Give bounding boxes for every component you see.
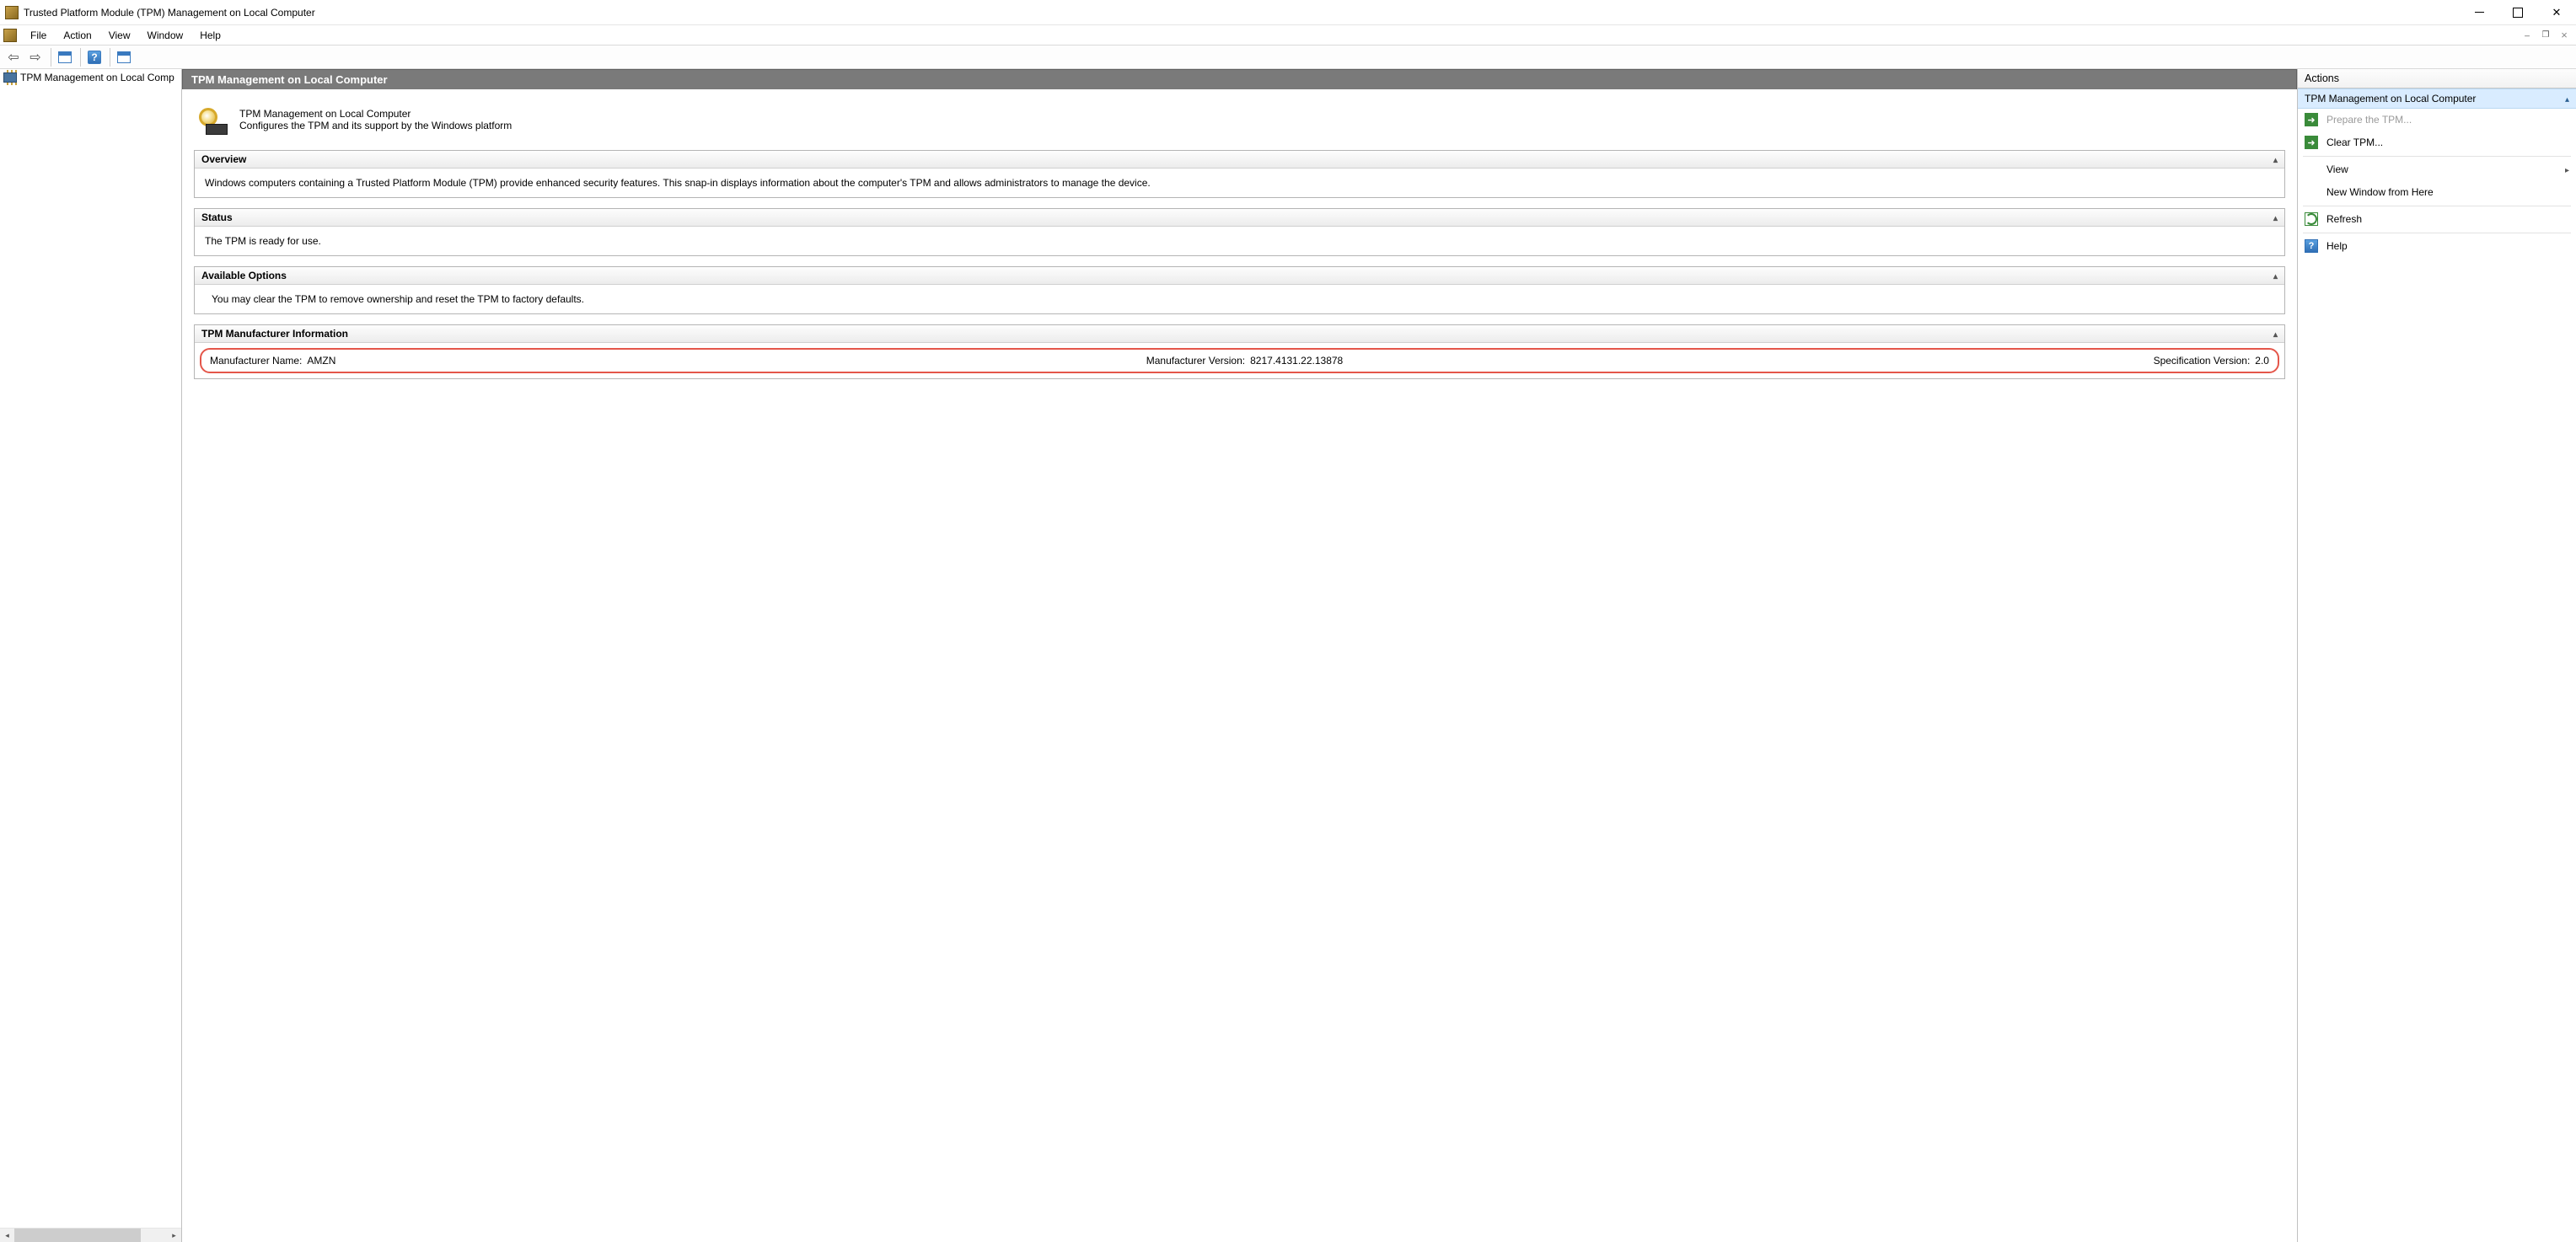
specification-version: Specification Version: 2.0	[2154, 355, 2269, 367]
action-refresh[interactable]: Refresh	[2298, 208, 2576, 231]
nav-back-button[interactable]	[3, 47, 24, 67]
window-title: Trusted Platform Module (TPM) Management…	[24, 7, 315, 19]
blank-icon	[2305, 185, 2318, 199]
arrow-right-icon	[2305, 136, 2318, 149]
label: Specification Version:	[2154, 355, 2251, 367]
panel-title: Overview	[201, 153, 246, 165]
titlebar: Trusted Platform Module (TPM) Management…	[0, 0, 2576, 25]
options-panel-body: You may clear the TPM to remove ownershi…	[195, 285, 2284, 313]
menu-view[interactable]: View	[100, 27, 139, 44]
menu-window[interactable]: Window	[139, 27, 192, 44]
action-label: Help	[2326, 240, 2348, 252]
show-hide-action-pane-button[interactable]	[114, 47, 134, 67]
actions-title: Actions	[2298, 69, 2576, 88]
toolbar-separator	[80, 48, 81, 67]
menu-help[interactable]: Help	[191, 27, 229, 44]
action-clear-tpm[interactable]: Clear TPM...	[2298, 131, 2576, 154]
intro-description: Configures the TPM and its support by th…	[239, 120, 512, 131]
actions-subhead-label: TPM Management on Local Computer	[2305, 93, 2476, 104]
action-prepare-tpm[interactable]: Prepare the TPM...	[2298, 109, 2576, 131]
tpm-key-chip-icon	[197, 108, 228, 135]
actions-pane: Actions TPM Management on Local Computer…	[2298, 69, 2576, 1242]
arrow-right-icon	[2305, 113, 2318, 126]
action-help[interactable]: Help	[2298, 235, 2576, 258]
separator	[2303, 156, 2571, 157]
panel-title: Available Options	[201, 270, 287, 281]
mdi-restore-button[interactable]	[2537, 28, 2554, 43]
help-button[interactable]	[84, 47, 105, 67]
workspace: TPM Management on Local Comp ◂ ▸ TPM Man…	[0, 69, 2576, 1242]
console-tree-pane: TPM Management on Local Comp ◂ ▸	[0, 69, 182, 1242]
options-panel-header[interactable]: Available Options	[195, 267, 2284, 285]
mdi-minimize-button[interactable]	[2519, 28, 2536, 43]
scroll-thumb[interactable]	[14, 1229, 141, 1242]
help-icon	[2305, 239, 2318, 253]
app-icon	[5, 6, 19, 19]
collapse-icon[interactable]	[2273, 211, 2278, 223]
toolbar	[0, 46, 2576, 69]
manufacturer-panel: TPM Manufacturer Information Manufacture…	[194, 324, 2285, 379]
mdi-window-controls	[2519, 28, 2576, 43]
content-header: TPM Management on Local Computer	[182, 69, 2297, 89]
status-panel: Status The TPM is ready for use.	[194, 208, 2285, 256]
menubar: File Action View Window Help	[0, 25, 2576, 46]
window-controls	[2460, 0, 2576, 25]
blank-icon	[2305, 163, 2318, 176]
overview-panel: Overview Windows computers containing a …	[194, 150, 2285, 198]
label: Manufacturer Name:	[210, 355, 302, 367]
maximize-button[interactable]	[2498, 0, 2537, 25]
scroll-right-button[interactable]: ▸	[167, 1229, 181, 1242]
manufacturer-version: Manufacturer Version: 8217.4131.22.13878	[1146, 355, 1344, 367]
tree-horizontal-scrollbar[interactable]: ◂ ▸	[0, 1228, 181, 1242]
actions-subhead[interactable]: TPM Management on Local Computer	[2298, 88, 2576, 109]
manufacturer-info-row: Manufacturer Name: AMZN Manufacturer Ver…	[200, 348, 2279, 373]
panel-title: Status	[201, 211, 233, 223]
label: Manufacturer Version:	[1146, 355, 1245, 367]
action-label: Clear TPM...	[2326, 137, 2383, 148]
nav-forward-button[interactable]	[25, 47, 46, 67]
content-body: TPM Management on Local Computer Configu…	[182, 89, 2297, 399]
tree-item-label: TPM Management on Local Comp	[20, 72, 174, 83]
collapse-icon[interactable]	[2273, 270, 2278, 281]
value: 8217.4131.22.13878	[1250, 355, 1343, 367]
submenu-arrow-icon	[2565, 163, 2569, 175]
scroll-left-button[interactable]: ◂	[0, 1229, 14, 1242]
scroll-track[interactable]	[14, 1229, 167, 1242]
collapse-icon[interactable]	[2565, 93, 2569, 104]
value: 2.0	[2255, 355, 2269, 367]
minimize-button[interactable]	[2460, 0, 2498, 25]
chip-icon	[3, 72, 17, 83]
action-view-submenu[interactable]: View	[2298, 158, 2576, 181]
status-panel-header[interactable]: Status	[195, 209, 2284, 227]
intro-title: TPM Management on Local Computer	[239, 108, 512, 120]
options-panel: Available Options You may clear the TPM …	[194, 266, 2285, 314]
overview-panel-header[interactable]: Overview	[195, 151, 2284, 169]
action-new-window[interactable]: New Window from Here	[2298, 181, 2576, 204]
action-label: Prepare the TPM...	[2326, 114, 2412, 126]
action-label: View	[2326, 163, 2348, 175]
manufacturer-panel-header[interactable]: TPM Manufacturer Information	[195, 325, 2284, 343]
close-button[interactable]	[2537, 0, 2576, 25]
status-panel-body: The TPM is ready for use.	[195, 227, 2284, 255]
collapse-icon[interactable]	[2273, 328, 2278, 340]
action-label: Refresh	[2326, 213, 2362, 225]
action-label: New Window from Here	[2326, 186, 2434, 198]
value: AMZN	[307, 355, 335, 367]
menubar-app-icon	[3, 29, 17, 42]
manufacturer-name: Manufacturer Name: AMZN	[210, 355, 335, 367]
show-hide-console-tree-button[interactable]	[55, 47, 75, 67]
menu-file[interactable]: File	[22, 27, 55, 44]
mdi-close-button[interactable]	[2556, 28, 2573, 43]
intro-block: TPM Management on Local Computer Configu…	[194, 99, 2285, 150]
panel-title: TPM Manufacturer Information	[201, 328, 348, 340]
overview-panel-body: Windows computers containing a Trusted P…	[195, 169, 2284, 197]
menu-action[interactable]: Action	[55, 27, 99, 44]
refresh-icon	[2305, 212, 2318, 226]
collapse-icon[interactable]	[2273, 153, 2278, 165]
content-pane: TPM Management on Local Computer TPM Man…	[182, 69, 2298, 1242]
tree-item-tpm-management[interactable]: TPM Management on Local Comp	[0, 69, 181, 86]
